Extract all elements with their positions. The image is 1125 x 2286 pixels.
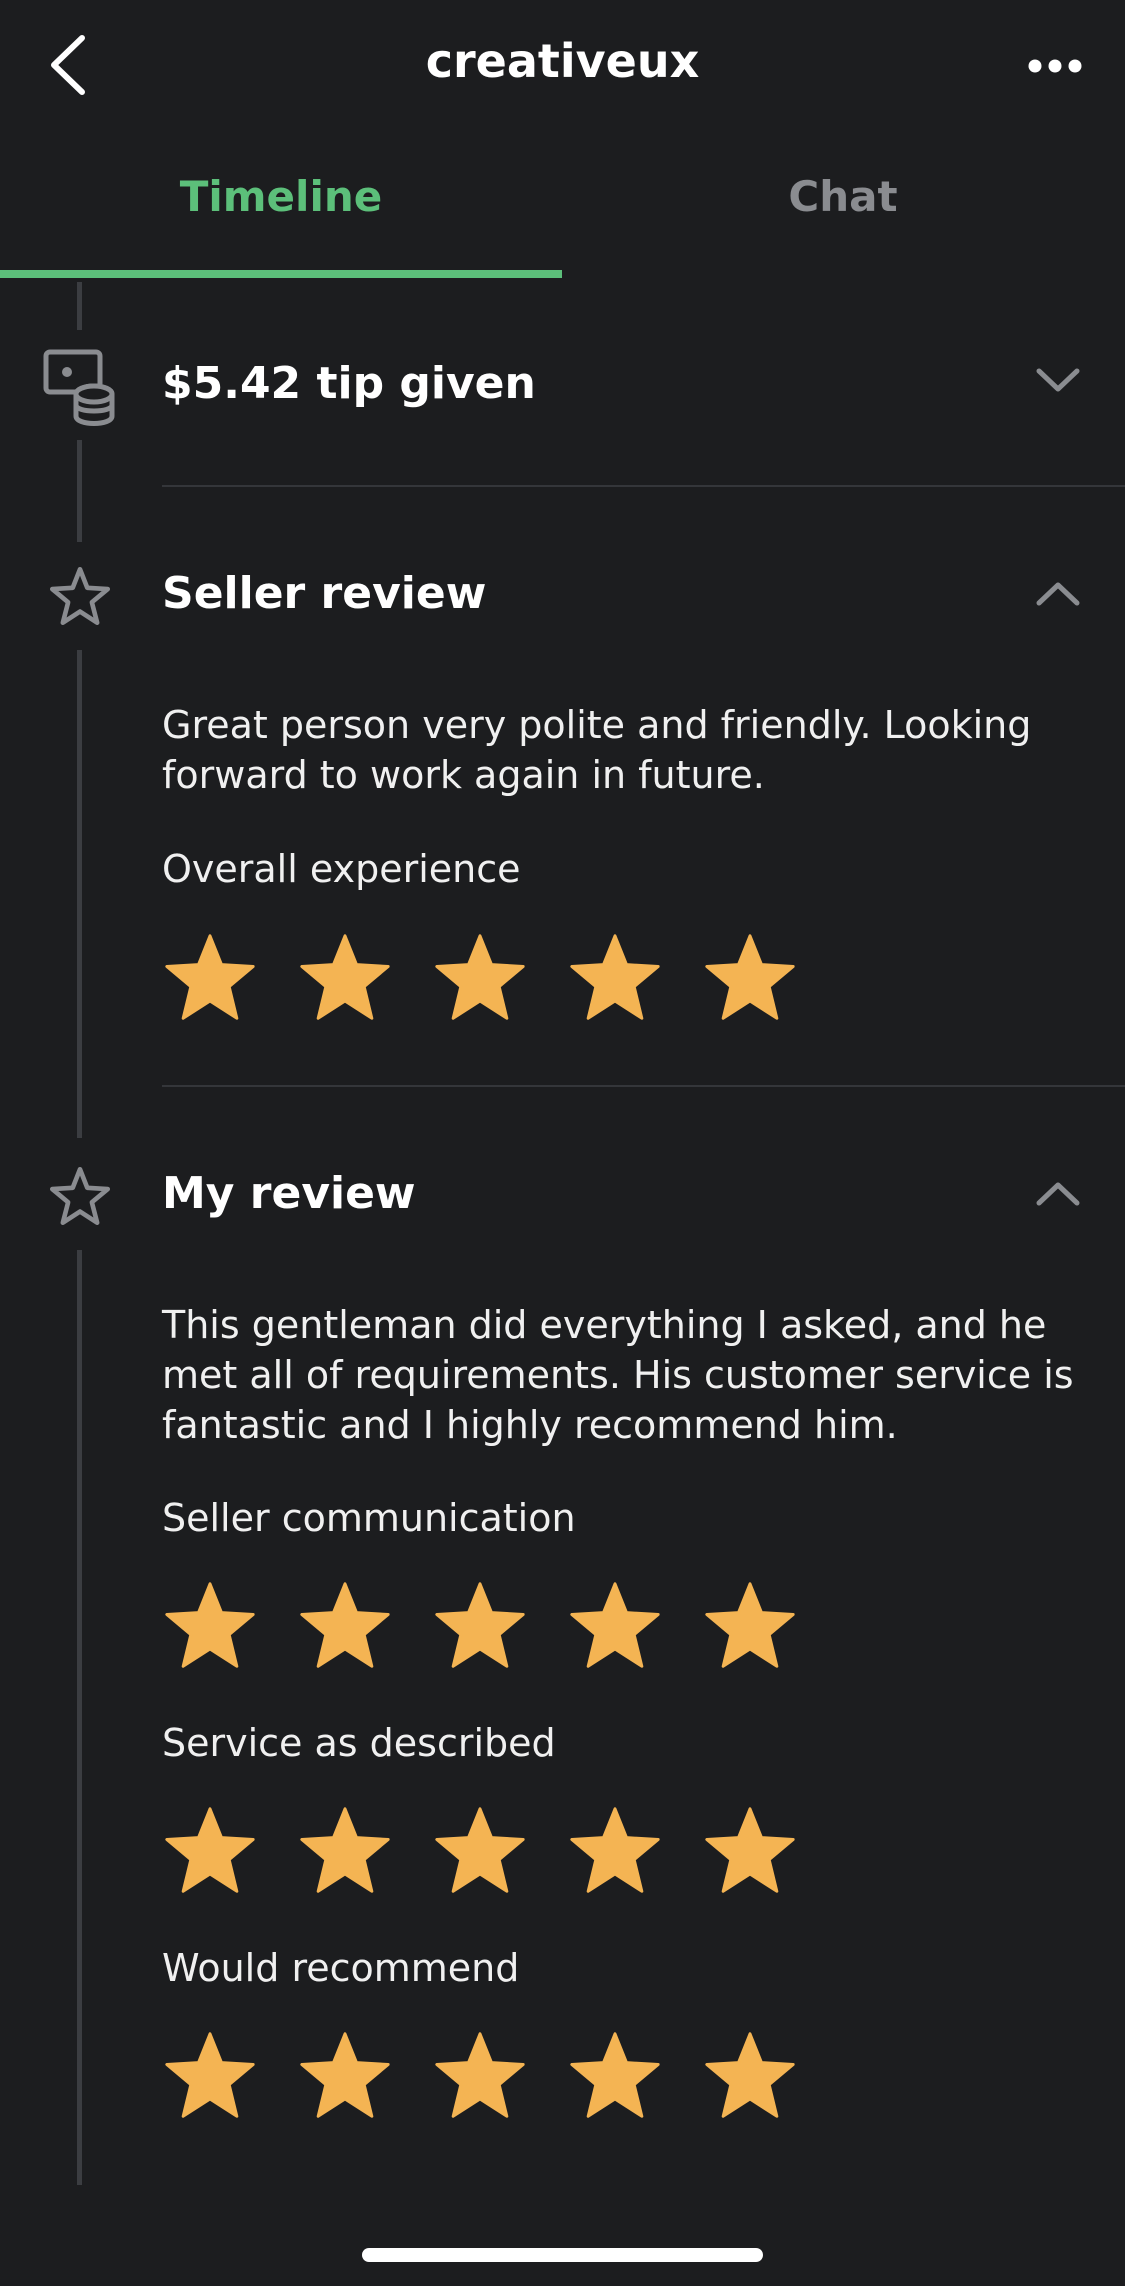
rating-label: Seller communication xyxy=(162,1496,576,1540)
star-icon xyxy=(570,1582,660,1668)
header: creativeux xyxy=(0,0,1125,130)
my-review-header[interactable]: My review xyxy=(0,1140,1125,1250)
page-title: creativeux xyxy=(425,34,700,88)
chevron-up-icon[interactable] xyxy=(1035,580,1081,612)
star-icon xyxy=(705,934,795,1020)
star-icon xyxy=(435,1582,525,1668)
timeline-connector xyxy=(77,1250,82,2185)
star-rating xyxy=(162,930,837,1026)
divider xyxy=(162,1085,1125,1087)
star-icon xyxy=(165,934,255,1020)
rating-label: Would recommend xyxy=(162,1946,520,1990)
tip-section-header[interactable]: $5.42 tip given xyxy=(0,330,1125,440)
chevron-up-icon[interactable] xyxy=(1035,1180,1081,1212)
seller-review-text: Great person very polite and friendly. L… xyxy=(162,703,1032,797)
active-tab-indicator xyxy=(0,270,562,278)
tab-bar: Timeline Chat xyxy=(0,150,1125,280)
rating-label: Overall experience xyxy=(162,847,521,891)
star-icon xyxy=(435,1807,525,1893)
star-icon xyxy=(705,1807,795,1893)
tip-coins-icon xyxy=(40,346,120,430)
seller-review-title: Seller review xyxy=(162,568,487,619)
star-icon xyxy=(300,1807,390,1893)
star-icon xyxy=(435,934,525,1020)
timeline-connector xyxy=(77,282,82,330)
timeline-connector xyxy=(77,440,82,542)
my-review-title: My review xyxy=(162,1168,416,1219)
more-icon[interactable] xyxy=(1025,46,1085,86)
star-icon xyxy=(705,1582,795,1668)
tip-title: $5.42 tip given xyxy=(162,358,536,409)
star-icon xyxy=(300,2032,390,2118)
tab-timeline[interactable]: Timeline xyxy=(0,172,562,221)
seller-review-header[interactable]: Seller review xyxy=(0,540,1125,650)
star-icon xyxy=(570,1807,660,1893)
star-rating xyxy=(162,1803,837,1899)
star-icon xyxy=(300,934,390,1020)
divider xyxy=(162,485,1125,487)
star-outline-icon xyxy=(40,564,120,634)
star-icon xyxy=(570,2032,660,2118)
star-icon xyxy=(165,1807,255,1893)
chevron-down-icon[interactable] xyxy=(1035,366,1081,398)
star-rating xyxy=(162,2028,837,2124)
star-icon xyxy=(435,2032,525,2118)
star-icon xyxy=(570,934,660,1020)
home-indicator xyxy=(362,2248,763,2262)
timeline-connector xyxy=(77,650,82,1138)
star-icon xyxy=(165,2032,255,2118)
rating-label: Service as described xyxy=(162,1721,556,1765)
star-icon xyxy=(705,2032,795,2118)
star-outline-icon xyxy=(40,1164,120,1234)
star-icon xyxy=(165,1582,255,1668)
my-review-text: This gentleman did everything I asked, a… xyxy=(162,1303,1074,1447)
tab-chat[interactable]: Chat xyxy=(562,172,1124,221)
star-icon xyxy=(300,1582,390,1668)
star-rating xyxy=(162,1578,837,1674)
